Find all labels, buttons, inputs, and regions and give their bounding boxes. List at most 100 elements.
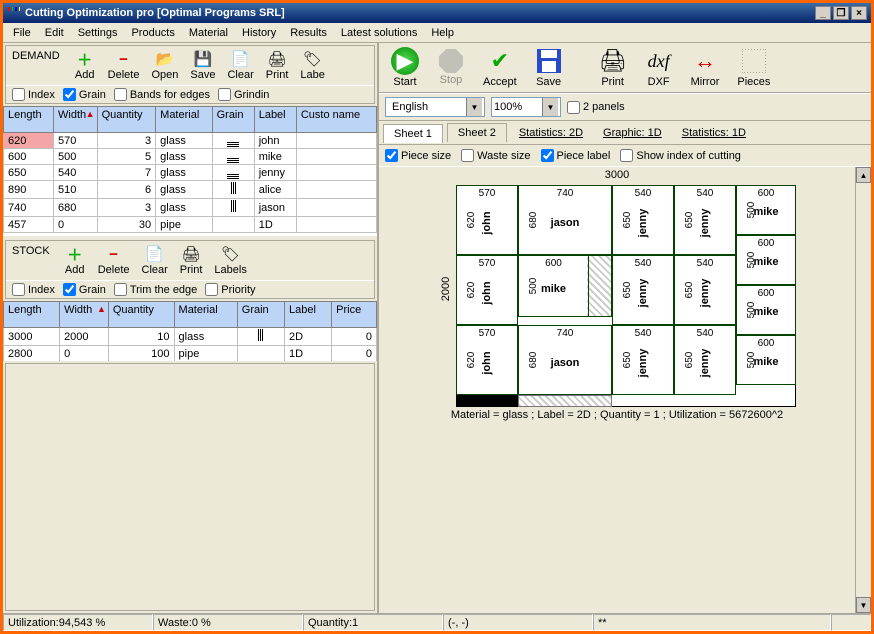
pieces-icon bbox=[740, 47, 768, 75]
piece: 540650jenny bbox=[674, 255, 736, 325]
demand-add-button[interactable]: ＋Add bbox=[70, 48, 100, 83]
stock-col-1[interactable]: Width▲ bbox=[60, 302, 109, 328]
menu-latest-solutions[interactable]: Latest solutions bbox=[335, 25, 423, 41]
stop-button[interactable]: Stop bbox=[431, 47, 471, 88]
demand-save-button[interactable]: 💾Save bbox=[186, 48, 219, 83]
piece-label-check[interactable]: Piece label bbox=[541, 149, 611, 162]
sheet-height-label: 2000 bbox=[440, 277, 452, 301]
piece: 600500mike bbox=[736, 335, 796, 385]
two-panels-check[interactable]: 2 panels bbox=[567, 101, 625, 114]
menu-products[interactable]: Products bbox=[125, 25, 180, 41]
minimize-button[interactable]: _ bbox=[815, 6, 831, 20]
demand-grain-check[interactable]: Grain bbox=[63, 88, 106, 101]
right-toolbar: ▶Start Stop ✔Accept Save 🖨Print dxfDXF ↔… bbox=[379, 43, 871, 93]
waste-size-check[interactable]: Waste size bbox=[461, 149, 530, 162]
sheet-canvas-scroll[interactable]: 3000 2000 570620john740680jason540650jen… bbox=[379, 167, 855, 613]
demand-col-4[interactable]: Grain bbox=[212, 107, 254, 133]
demand-grinding-check[interactable]: Grindin bbox=[218, 88, 269, 101]
menu-edit[interactable]: Edit bbox=[39, 25, 70, 41]
language-combo[interactable]: English▼ bbox=[385, 97, 485, 117]
demand-open-button[interactable]: 📂Open bbox=[147, 48, 182, 83]
status-utilization: Utilization:94,543 % bbox=[3, 614, 153, 631]
start-button[interactable]: ▶Start bbox=[385, 45, 425, 90]
table-row[interactable]: 7406803glassjason bbox=[4, 199, 377, 217]
menu-results[interactable]: Results bbox=[284, 25, 333, 41]
piece: 540650jenny bbox=[612, 325, 674, 395]
piece: 540650jenny bbox=[612, 255, 674, 325]
chevron-down-icon: ▼ bbox=[466, 98, 482, 116]
stock-col-5[interactable]: Label bbox=[284, 302, 331, 328]
stock-col-0[interactable]: Length bbox=[4, 302, 60, 328]
demand-col-1[interactable]: Width▲ bbox=[54, 107, 98, 133]
stock-grain-check[interactable]: Grain bbox=[63, 283, 106, 296]
table-row[interactable]: 3000200010glass2D0 bbox=[4, 328, 377, 346]
stock-add-button[interactable]: ＋Add bbox=[60, 243, 90, 278]
maximize-button[interactable]: ❐ bbox=[833, 6, 849, 20]
demand-col-6[interactable]: Custo name bbox=[296, 107, 376, 133]
table-row[interactable]: 6505407glassjenny bbox=[4, 165, 377, 181]
stock-col-6[interactable]: Price bbox=[332, 302, 377, 328]
tab-stats-2d[interactable]: Statistics: 2D bbox=[511, 124, 591, 142]
scroll-up-icon[interactable]: ▲ bbox=[856, 167, 871, 183]
close-button[interactable]: × bbox=[851, 6, 867, 20]
accept-button[interactable]: ✔Accept bbox=[477, 45, 523, 90]
menu-settings[interactable]: Settings bbox=[72, 25, 124, 41]
zoom-combo[interactable]: 100%▼ bbox=[491, 97, 561, 117]
window-titlebar: Cutting Optimization pro [Optimal Progra… bbox=[3, 3, 871, 23]
status-extra: ** bbox=[593, 614, 831, 631]
stock-clear-button[interactable]: 📄Clear bbox=[138, 243, 172, 278]
save-button[interactable]: Save bbox=[529, 45, 569, 90]
demand-grid[interactable]: LengthWidth▲QuantityMaterialGrainLabelCu… bbox=[3, 106, 377, 236]
stock-labels-button[interactable]: 🏷Labels bbox=[210, 243, 250, 278]
stock-index-check[interactable]: Index bbox=[12, 283, 55, 296]
stock-priority-check[interactable]: Priority bbox=[205, 283, 255, 296]
stock-panel: STOCK ＋Add −Delete 📄Clear 🖨Print 🏷Labels… bbox=[5, 240, 375, 299]
demand-labels-button[interactable]: 🏷Labe bbox=[296, 48, 328, 83]
stock-col-2[interactable]: Quantity bbox=[108, 302, 174, 328]
print-button[interactable]: 🖨Print bbox=[593, 45, 633, 90]
tab-stats-1d[interactable]: Statistics: 1D bbox=[674, 124, 754, 142]
demand-col-0[interactable]: Length bbox=[4, 107, 54, 133]
table-row[interactable]: 6005005glassmike bbox=[4, 149, 377, 165]
stock-col-3[interactable]: Material bbox=[174, 302, 237, 328]
piece-size-check[interactable]: Piece size bbox=[385, 149, 451, 162]
demand-col-5[interactable]: Label bbox=[254, 107, 296, 133]
demand-col-2[interactable]: Quantity bbox=[97, 107, 156, 133]
menu-help[interactable]: Help bbox=[425, 25, 460, 41]
print-icon: 🖨 bbox=[268, 50, 286, 68]
check-icon: ✔ bbox=[486, 47, 514, 75]
piece: 540650jenny bbox=[612, 185, 674, 255]
piece: 600500mike bbox=[736, 185, 796, 235]
scroll-down-icon[interactable]: ▼ bbox=[856, 597, 871, 613]
demand-index-check[interactable]: Index bbox=[12, 88, 55, 101]
menu-material[interactable]: Material bbox=[183, 25, 234, 41]
demand-print-button[interactable]: 🖨Print bbox=[262, 48, 293, 83]
menu-history[interactable]: History bbox=[236, 25, 282, 41]
stock-col-4[interactable]: Grain bbox=[237, 302, 284, 328]
stock-grid[interactable]: LengthWidth▲QuantityMaterialGrainLabelPr… bbox=[3, 301, 377, 361]
mirror-button[interactable]: ↔Mirror bbox=[685, 45, 726, 90]
stock-print-button[interactable]: 🖨Print bbox=[176, 243, 207, 278]
dxf-button[interactable]: dxfDXF bbox=[639, 45, 679, 90]
table-row[interactable]: 457030pipe1D bbox=[4, 217, 377, 233]
stock-trim-check[interactable]: Trim the edge bbox=[114, 283, 197, 296]
menu-file[interactable]: File bbox=[7, 25, 37, 41]
vertical-scrollbar[interactable]: ▲ ▼ bbox=[855, 167, 871, 613]
tab-sheet-1[interactable]: Sheet 1 bbox=[383, 124, 443, 143]
show-index-check[interactable]: Show index of cutting bbox=[620, 149, 741, 162]
demand-bands-check[interactable]: Bands for edges bbox=[114, 88, 210, 101]
demand-panel: DEMAND ＋Add −Delete 📂Open 💾Save 📄Clear 🖨… bbox=[5, 45, 375, 104]
demand-clear-button[interactable]: 📄Clear bbox=[223, 48, 257, 83]
tab-graphic-1d[interactable]: Graphic: 1D bbox=[595, 124, 670, 142]
statusbar: Utilization:94,543 % Waste:0 % Quantity:… bbox=[3, 613, 871, 631]
table-row[interactable]: 8905106glassalice bbox=[4, 181, 377, 199]
app-icon bbox=[7, 6, 21, 20]
tab-sheet-2[interactable]: Sheet 2 bbox=[447, 123, 507, 142]
table-row[interactable]: 6205703glassjohn bbox=[4, 133, 377, 149]
pieces-button[interactable]: Pieces bbox=[731, 45, 776, 90]
stock-delete-button[interactable]: −Delete bbox=[94, 243, 134, 278]
demand-col-3[interactable]: Material bbox=[156, 107, 212, 133]
labels-icon: 🏷 bbox=[222, 245, 240, 263]
demand-delete-button[interactable]: −Delete bbox=[104, 48, 144, 83]
table-row[interactable]: 28000100pipe1D0 bbox=[4, 346, 377, 362]
